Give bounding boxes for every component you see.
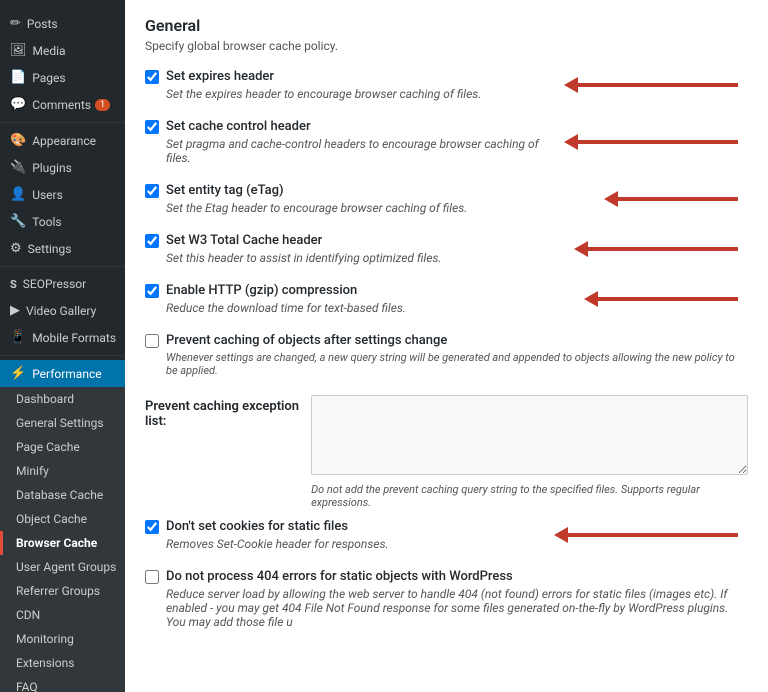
sidebar-item-appearance[interactable]: 🎨 Appearance <box>0 127 125 154</box>
exception-list-section: Prevent caching exception list: Do not a… <box>145 395 748 509</box>
exception-note: Do not add the prevent caching query str… <box>311 483 748 509</box>
exception-list-label: Prevent caching exception list: <box>145 395 299 429</box>
performance-submenu: Dashboard General Settings Page Cache Mi… <box>0 387 125 692</box>
setting-entity-tag: Set entity tag (eTag) Set the Etag heade… <box>145 183 748 215</box>
video-gallery-icon: ▶ <box>10 303 20 318</box>
sidebar-item-posts[interactable]: ✏ Posts <box>0 10 125 37</box>
setting-gzip: Enable HTTP (gzip) compression Reduce th… <box>145 283 748 315</box>
mobile-formats-icon: 📱 <box>10 330 26 345</box>
no-cookies-desc: Removes Set-Cookie header for responses. <box>166 537 389 551</box>
sidebar-item-plugins[interactable]: 🔌 Plugins <box>0 154 125 181</box>
entity-tag-label[interactable]: Set entity tag (eTag) <box>145 183 467 198</box>
plugins-icon: 🔌 <box>10 160 26 175</box>
setting-w3-header: Set W3 Total Cache header Set this heade… <box>145 233 748 265</box>
no-404-checkbox[interactable] <box>145 570 159 584</box>
settings-icon: ⚙ <box>10 241 22 256</box>
gzip-desc: Reduce the download time for text-based … <box>166 301 406 315</box>
submenu-monitoring[interactable]: Monitoring <box>0 627 125 651</box>
submenu-minify[interactable]: Minify <box>0 459 125 483</box>
submenu-dashboard[interactable]: Dashboard <box>0 387 125 411</box>
gzip-checkbox[interactable] <box>145 284 159 298</box>
entity-tag-checkbox[interactable] <box>145 184 159 198</box>
sidebar-item-video-gallery[interactable]: ▶ Video Gallery <box>0 297 125 324</box>
seopressor-icon: S <box>10 278 17 291</box>
w3-header-checkbox[interactable] <box>145 234 159 248</box>
no-404-label[interactable]: Do not process 404 errors for static obj… <box>145 569 748 584</box>
submenu-faq[interactable]: FAQ <box>0 675 125 692</box>
tools-icon: 🔧 <box>10 214 26 229</box>
setting-cache-control: Set cache control header Set pragma and … <box>145 119 748 165</box>
submenu-referrer-groups[interactable]: Referrer Groups <box>0 579 125 603</box>
submenu-database-cache[interactable]: Database Cache <box>0 483 125 507</box>
sidebar-item-settings[interactable]: ⚙ Settings <box>0 235 125 262</box>
exception-textarea[interactable] <box>311 395 748 475</box>
entity-tag-desc: Set the Etag header to encourage browser… <box>166 201 467 215</box>
set-expires-desc: Set the expires header to encourage brow… <box>166 87 481 101</box>
sidebar-item-performance[interactable]: ⚡ Performance <box>0 360 125 387</box>
users-icon: 👤 <box>10 187 26 202</box>
page-title: General <box>145 16 748 35</box>
comments-icon: 💬 <box>10 97 26 112</box>
sidebar-item-mobile-formats[interactable]: 📱 Mobile Formats <box>0 324 125 351</box>
submenu-general-settings[interactable]: General Settings <box>0 411 125 435</box>
sidebar-item-seopressor[interactable]: S SEOPressor <box>0 271 125 297</box>
appearance-icon: 🎨 <box>10 133 26 148</box>
no-404-desc: Reduce server load by allowing the web s… <box>166 587 748 629</box>
cache-control-label[interactable]: Set cache control header <box>145 119 548 134</box>
submenu-object-cache[interactable]: Object Cache <box>0 507 125 531</box>
setting-no-cookies: Don't set cookies for static files Remov… <box>145 519 748 551</box>
submenu-browser-cache[interactable]: Browser Cache <box>0 531 125 555</box>
no-cookies-label[interactable]: Don't set cookies for static files <box>145 519 389 534</box>
set-expires-label[interactable]: Set expires header <box>145 69 481 84</box>
exception-textarea-wrap: Do not add the prevent caching query str… <box>311 395 748 509</box>
media-icon: 🖼 <box>10 43 27 58</box>
sidebar-item-media[interactable]: 🖼 Media <box>0 37 125 64</box>
prevent-caching-desc: Whenever settings are changed, a new que… <box>166 351 748 377</box>
sidebar: ✏ Posts 🖼 Media 📄 Pages 💬 Comments 1 🎨 A… <box>0 0 125 692</box>
w3-header-desc: Set this header to assist in identifying… <box>166 251 441 265</box>
main-content: General Specify global browser cache pol… <box>125 0 768 692</box>
submenu-user-agent-groups[interactable]: User Agent Groups <box>0 555 125 579</box>
set-expires-checkbox[interactable] <box>145 70 159 84</box>
sidebar-item-pages[interactable]: 📄 Pages <box>0 64 125 91</box>
cache-control-desc: Set pragma and cache-control headers to … <box>166 137 548 165</box>
gzip-label[interactable]: Enable HTTP (gzip) compression <box>145 283 406 298</box>
sidebar-item-comments[interactable]: 💬 Comments 1 <box>0 91 125 118</box>
submenu-page-cache[interactable]: Page Cache <box>0 435 125 459</box>
setting-prevent-caching: Prevent caching of objects after setting… <box>145 333 748 377</box>
submenu-cdn[interactable]: CDN <box>0 603 125 627</box>
section-description: Specify global browser cache policy. <box>145 39 748 53</box>
no-cookies-checkbox[interactable] <box>145 520 159 534</box>
pages-icon: 📄 <box>10 70 26 85</box>
comments-badge: 1 <box>95 99 110 111</box>
posts-icon: ✏ <box>10 16 21 31</box>
performance-icon: ⚡ <box>10 366 26 381</box>
prevent-caching-label[interactable]: Prevent caching of objects after setting… <box>145 333 748 348</box>
setting-no-404: Do not process 404 errors for static obj… <box>145 569 748 629</box>
sidebar-item-users[interactable]: 👤 Users <box>0 181 125 208</box>
sidebar-item-tools[interactable]: 🔧 Tools <box>0 208 125 235</box>
w3-header-label[interactable]: Set W3 Total Cache header <box>145 233 441 248</box>
submenu-extensions[interactable]: Extensions <box>0 651 125 675</box>
cache-control-checkbox[interactable] <box>145 120 159 134</box>
setting-set-expires: Set expires header Set the expires heade… <box>145 69 748 101</box>
prevent-caching-checkbox[interactable] <box>145 334 159 348</box>
